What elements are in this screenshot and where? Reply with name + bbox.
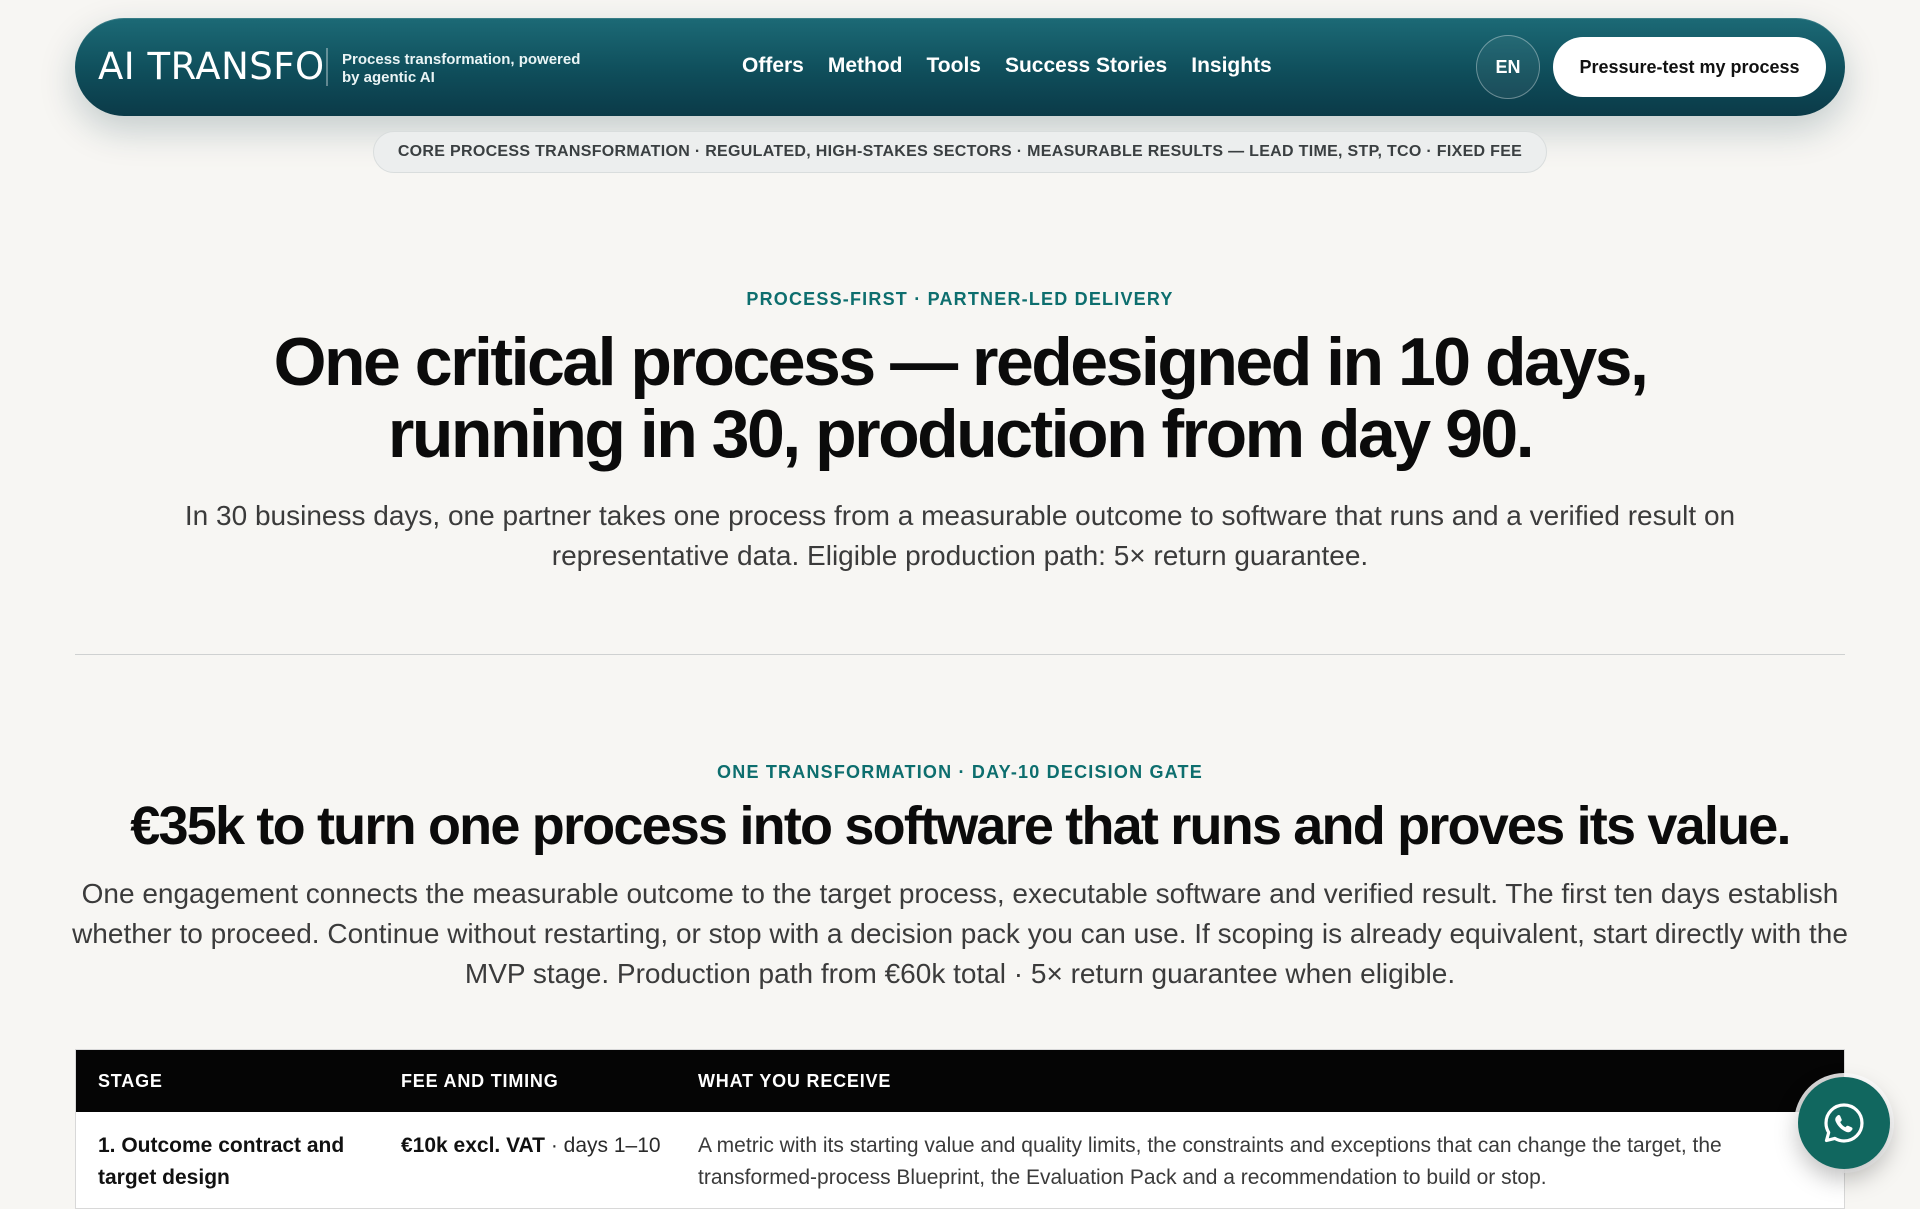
fee-amount: €10k excl. VAT: [401, 1134, 545, 1157]
fee-cell: €10k excl. VAT · days 1–10: [401, 1130, 661, 1162]
stages-table: STAGE FEE AND TIMING WHAT YOU RECEIVE 1.…: [75, 1049, 1845, 1209]
nav-success-stories[interactable]: Success Stories: [1005, 52, 1167, 80]
receive-line-1: A metric with its starting value and qua…: [698, 1134, 1722, 1157]
logo-divider: [326, 48, 328, 86]
receive-line-2: transformed-process Blueprint, the Evalu…: [698, 1166, 1547, 1189]
nav-tools[interactable]: Tools: [927, 52, 981, 80]
whatsapp-chat-button[interactable]: [1798, 1077, 1890, 1169]
stage-cell: 1. Outcome contract and target design: [98, 1134, 345, 1189]
offer-lead: One engagement connects the measurable o…: [72, 878, 1848, 989]
whatsapp-icon: [1824, 1103, 1864, 1143]
logo[interactable]: AI TRANSFO: [98, 46, 325, 88]
top-navigation-bar: AI TRANSFO Process transformation, power…: [75, 18, 1845, 116]
hero-title: One critical process — redesigned in 10 …: [273, 324, 1649, 472]
hero-lead: In 30 business days, one partner takes o…: [184, 500, 1736, 571]
nav-offers[interactable]: Offers: [742, 52, 804, 80]
offer-eyebrow: ONE TRANSFORMATION · DAY-10 DECISION GAT…: [717, 762, 1203, 782]
language-switcher[interactable]: EN: [1476, 35, 1540, 99]
header-fee-timing: FEE AND TIMING: [401, 1071, 559, 1091]
main-nav: Offers Method Tools Success Stories Insi…: [742, 52, 1272, 80]
hero-eyebrow: PROCESS-FIRST · PARTNER-LED DELIVERY: [746, 289, 1174, 309]
nav-method[interactable]: Method: [828, 52, 903, 80]
section-divider: [75, 654, 1845, 655]
tagline: Process transformation, powered by agent…: [342, 51, 581, 86]
pressure-test-button[interactable]: Pressure-test my process: [1553, 37, 1826, 97]
table-header: STAGE FEE AND TIMING WHAT YOU RECEIVE: [76, 1050, 1844, 1112]
offer-title: €35k to turn one process into software t…: [130, 796, 1791, 856]
nav-insights[interactable]: Insights: [1191, 52, 1272, 80]
positioning-banner: CORE PROCESS TRANSFORMATION · REGULATED,…: [373, 131, 1547, 173]
fee-timing: · days 1–10: [544, 1134, 661, 1157]
header-stage: STAGE: [98, 1071, 163, 1091]
receive-cell: A metric with its starting value and qua…: [698, 1130, 1848, 1194]
header-what-you-receive: WHAT YOU RECEIVE: [698, 1071, 892, 1091]
